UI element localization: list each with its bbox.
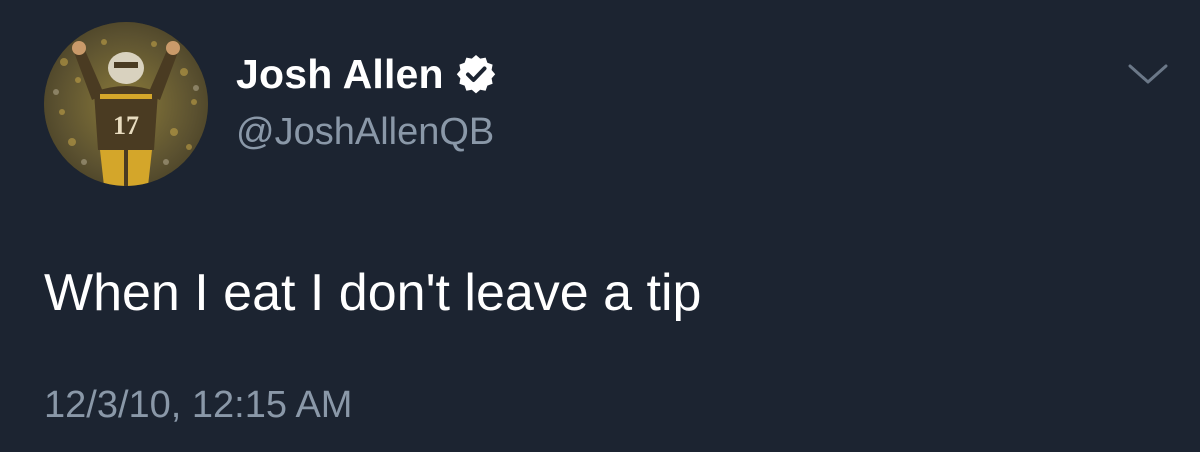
avatar-image: 17 bbox=[44, 22, 208, 186]
tweet-text: When I eat I don't leave a tip bbox=[44, 264, 702, 322]
avatar[interactable]: 17 bbox=[44, 22, 208, 186]
author-name-row: Josh Allen bbox=[236, 46, 496, 102]
verified-badge-icon bbox=[456, 54, 496, 94]
chevron-down-icon[interactable] bbox=[1126, 60, 1170, 90]
author-display-name[interactable]: Josh Allen bbox=[236, 46, 444, 102]
tweet-card: 17 Josh Allen @JoshAllenQB When I eat I … bbox=[0, 0, 1200, 452]
tweet-timestamp[interactable]: 12/3/10, 12:15 AM bbox=[44, 380, 352, 430]
author-handle[interactable]: @JoshAllenQB bbox=[236, 108, 494, 156]
avatar-jersey-number: 17 bbox=[113, 111, 139, 140]
